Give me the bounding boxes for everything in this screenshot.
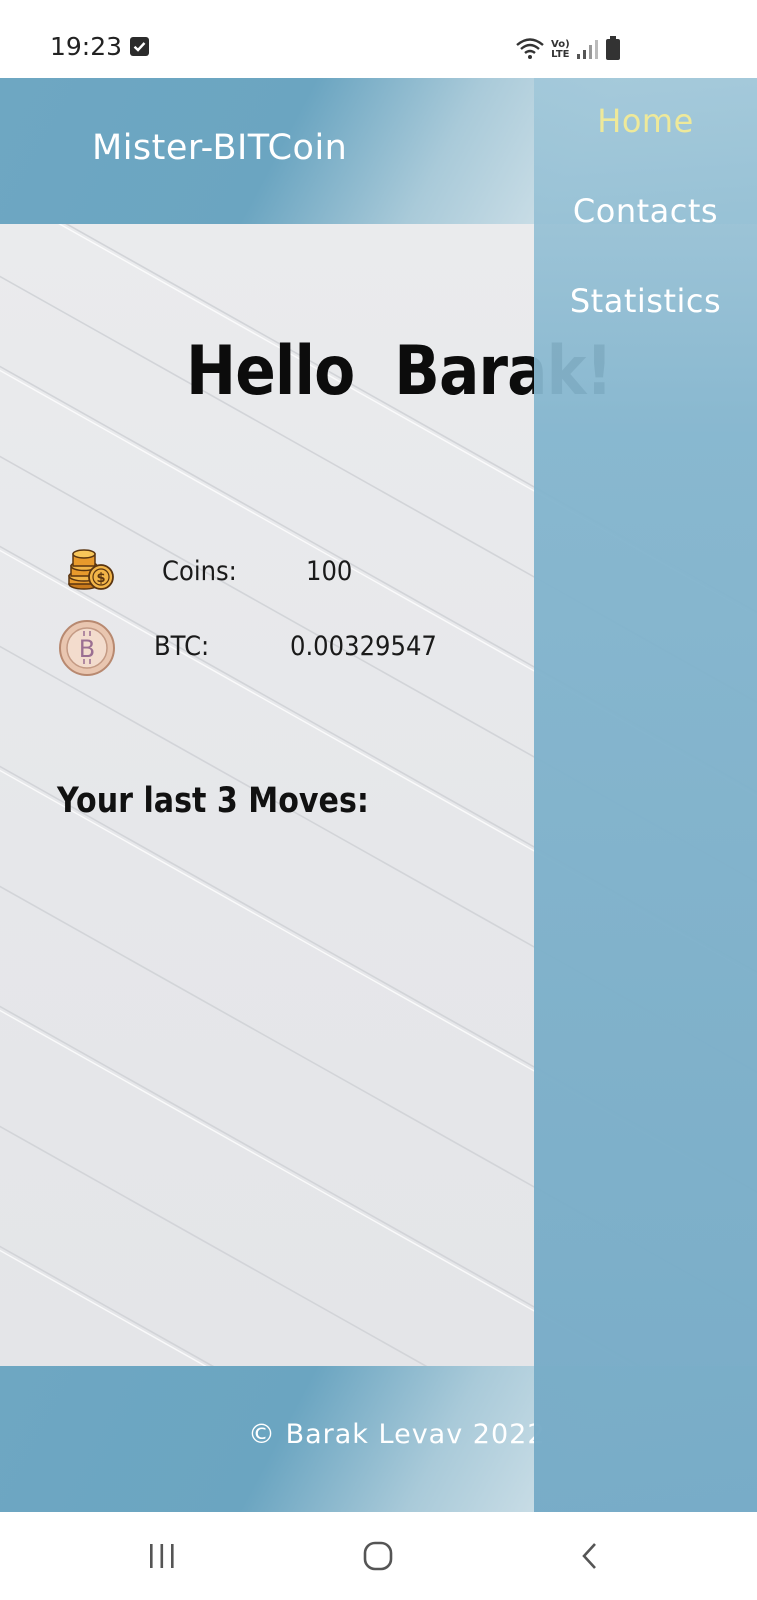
menu-item-statistics[interactable]: Statistics [534,282,757,320]
btc-balance-row: B BTC: 0.00329547 [0,619,520,679]
status-bar: 19:23 Vo) LTE [0,0,757,78]
copyright-text: © Barak Levav 2022 [248,1419,546,1450]
back-button[interactable] [530,1512,650,1600]
home-button[interactable] [318,1512,438,1600]
recent-apps-icon [150,1544,174,1568]
menu-item-contacts[interactable]: Contacts [534,192,757,230]
signal-icon [576,40,598,59]
check-notification-icon [130,37,149,56]
svg-text:$: $ [96,571,105,586]
status-indicators: Vo) LTE [515,34,620,60]
system-nav-bar [0,1512,757,1600]
back-icon [582,1543,596,1569]
status-time: 19:23 [50,32,123,61]
btc-label: BTC: [154,631,210,662]
recent-apps-button[interactable] [102,1512,222,1600]
network-type: Vo) LTE [551,40,570,60]
last-moves-heading: Your last 3 Moves: [57,781,369,821]
coins-balance-row: $ Coins: 100 [0,544,520,604]
coins-value: 100 [306,556,353,587]
app-title[interactable]: Mister-BITCoin [92,128,347,168]
bitcoin-icon: B [59,620,115,676]
menu-item-home[interactable]: Home [534,102,757,140]
svg-text:B: B [79,635,95,663]
coins-stack-icon: $ [68,549,114,590]
lte-label: LTE [551,49,570,60]
home-circle-icon [363,1541,393,1571]
coins-label: Coins: [162,556,237,587]
side-menu: Home Contacts Statistics [534,78,757,1512]
wifi-icon [516,38,544,59]
battery-icon [605,36,620,60]
btc-value: 0.00329547 [290,631,437,662]
